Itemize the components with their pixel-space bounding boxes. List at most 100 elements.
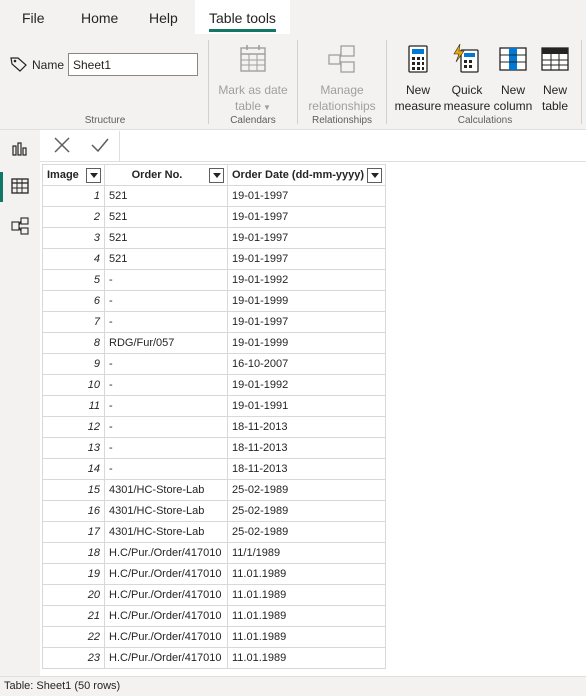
cell-order-date[interactable]: 16-10-2007 [227,353,386,375]
cell-image[interactable]: 12 [42,416,105,438]
cell-image[interactable]: 3 [42,227,105,249]
table-row[interactable]: 15 4301/HC-Store-Lab 25-02-1989 [42,479,386,501]
table-row[interactable]: 11-19-01-1991 [42,395,386,417]
table-row[interactable]: 19 H.C/Pur./Order/417010 11.01.1989 [42,563,386,585]
quick-measure-button[interactable]: Quick measure [443,43,491,114]
new-measure-button[interactable]: New measure [394,44,442,114]
cell-order-no[interactable]: - [104,311,228,333]
table-row[interactable]: 9-16-10-2007 [42,353,386,375]
cell-order-date[interactable]: 11/1/1989 [227,542,386,564]
cell-image[interactable]: 4 [42,248,105,270]
cell-order-no[interactable]: - [104,374,228,396]
cell-order-no[interactable]: 4301/HC-Store-Lab [104,521,228,543]
cell-order-date[interactable]: 11.01.1989 [227,584,386,606]
table-row[interactable]: 7-19-01-1997 [42,311,386,333]
manage-relationships-button[interactable]: Manage relationships [302,44,382,114]
cell-image[interactable]: 19 [42,563,105,585]
cell-order-date[interactable]: 19-01-1999 [227,290,386,312]
cell-order-no[interactable]: 521 [104,248,228,270]
cell-order-no[interactable]: H.C/Pur./Order/417010 [104,563,228,585]
model-view-button[interactable] [0,208,40,246]
cell-order-no[interactable]: 521 [104,227,228,249]
cell-order-no[interactable]: - [104,416,228,438]
report-view-button[interactable] [0,130,40,168]
cell-image[interactable]: 5 [42,269,105,291]
new-column-button[interactable]: New column [490,44,536,114]
cell-image[interactable]: 8 [42,332,105,354]
tab-home[interactable]: Home [81,0,118,34]
table-view-button[interactable] [0,168,40,206]
cell-image[interactable]: 9 [42,353,105,375]
table-row[interactable]: 21 H.C/Pur./Order/417010 11.01.1989 [42,605,386,627]
cell-image[interactable]: 22 [42,626,105,648]
table-row[interactable]: 6-19-01-1999 [42,290,386,312]
cell-order-date[interactable]: 19-01-1992 [227,374,386,396]
cell-order-date[interactable]: 11.01.1989 [227,605,386,627]
cell-image[interactable]: 13 [42,437,105,459]
table-row[interactable]: 16 4301/HC-Store-Lab 25-02-1989 [42,500,386,522]
table-row[interactable]: 3 521 19-01-1997 [42,227,386,249]
cell-order-no[interactable]: H.C/Pur./Order/417010 [104,542,228,564]
table-row[interactable]: 10-19-01-1992 [42,374,386,396]
cell-order-no[interactable]: H.C/Pur./Order/417010 [104,647,228,669]
cell-order-date[interactable]: 11.01.1989 [227,563,386,585]
mark-as-date-table-button[interactable]: Mark as date table ▼ [214,44,292,116]
cell-order-date[interactable]: 19-01-1997 [227,185,386,207]
table-row[interactable]: 17 4301/HC-Store-Lab 25-02-1989 [42,521,386,543]
filter-dropdown-button[interactable] [367,168,382,183]
cell-image[interactable]: 15 [42,479,105,501]
cancel-formula-button[interactable] [53,136,71,157]
cell-order-date[interactable]: 19-01-1999 [227,332,386,354]
cell-image[interactable]: 11 [42,395,105,417]
cell-order-no[interactable]: H.C/Pur./Order/417010 [104,626,228,648]
cell-image[interactable]: 20 [42,584,105,606]
cell-order-no[interactable]: - [104,437,228,459]
cell-order-date[interactable]: 25-02-1989 [227,500,386,522]
table-row[interactable]: 23 H.C/Pur./Order/417010 11.01.1989 [42,647,386,669]
cell-image[interactable]: 21 [42,605,105,627]
cell-image[interactable]: 1 [42,185,105,207]
cell-order-no[interactable]: H.C/Pur./Order/417010 [104,605,228,627]
cell-order-date[interactable]: 19-01-1991 [227,395,386,417]
cell-order-date[interactable]: 25-02-1989 [227,479,386,501]
new-table-button[interactable]: New table [535,44,575,114]
cell-order-no[interactable]: - [104,269,228,291]
table-row[interactable]: 22 H.C/Pur./Order/417010 11.01.1989 [42,626,386,648]
cell-order-date[interactable]: 25-02-1989 [227,521,386,543]
cell-order-date[interactable]: 19-01-1992 [227,269,386,291]
cell-order-date[interactable]: 19-01-1997 [227,311,386,333]
cell-order-no[interactable]: - [104,353,228,375]
table-row[interactable]: 5-19-01-1992 [42,269,386,291]
cell-image[interactable]: 10 [42,374,105,396]
table-name-input[interactable] [68,53,198,76]
filter-dropdown-button[interactable] [209,168,224,183]
table-row[interactable]: 18 H.C/Pur./Order/417010 11/1/1989 [42,542,386,564]
cell-image[interactable]: 2 [42,206,105,228]
cell-order-no[interactable]: 4301/HC-Store-Lab [104,479,228,501]
cell-order-date[interactable]: 11.01.1989 [227,626,386,648]
table-row[interactable]: 2 521 19-01-1997 [42,206,386,228]
cell-order-date[interactable]: 19-01-1997 [227,227,386,249]
cell-order-no[interactable]: - [104,395,228,417]
column-header-image[interactable]: Image [42,164,105,186]
cell-image[interactable]: 14 [42,458,105,480]
column-header-order-no[interactable]: Order No. [104,164,228,186]
table-row[interactable]: 12-18-11-2013 [42,416,386,438]
commit-formula-button[interactable] [90,136,110,157]
cell-order-no[interactable]: RDG/Fur/057 [104,332,228,354]
cell-image[interactable]: 16 [42,500,105,522]
table-row[interactable]: 1 521 19-01-1997 [42,185,386,207]
cell-order-date[interactable]: 19-01-1997 [227,248,386,270]
tab-table-tools[interactable]: Table tools [195,0,290,34]
table-row[interactable]: 8 RDG/Fur/057 19-01-1999 [42,332,386,354]
cell-order-date[interactable]: 11.01.1989 [227,647,386,669]
tab-help[interactable]: Help [149,0,178,34]
tab-file[interactable]: File [22,0,45,34]
cell-order-no[interactable]: 521 [104,206,228,228]
cell-order-no[interactable]: - [104,290,228,312]
cell-order-date[interactable]: 19-01-1997 [227,206,386,228]
table-row[interactable]: 4 521 19-01-1997 [42,248,386,270]
cell-order-date[interactable]: 18-11-2013 [227,416,386,438]
cell-image[interactable]: 18 [42,542,105,564]
filter-dropdown-button[interactable] [86,168,101,183]
